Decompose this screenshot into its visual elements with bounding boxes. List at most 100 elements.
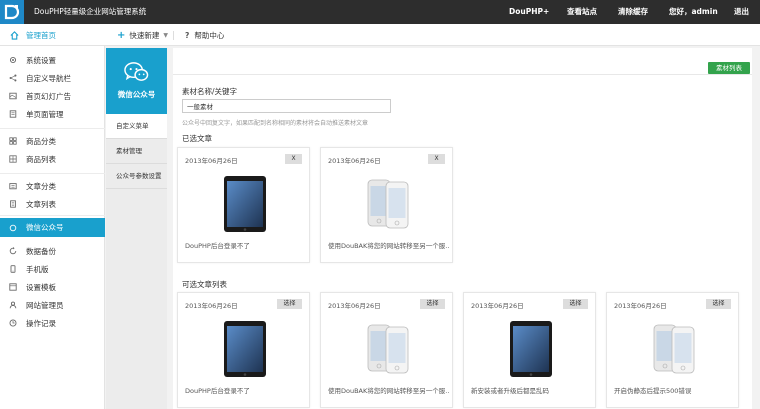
view-site-link[interactable]: 查看站点 xyxy=(567,0,597,24)
sidebar-item-label: 商品列表 xyxy=(26,154,56,164)
page-icon xyxy=(9,110,17,118)
user-icon xyxy=(9,301,17,309)
list-icon xyxy=(9,155,17,163)
wechat-menu-params[interactable]: 公众号参数设置 xyxy=(106,164,167,189)
sidebar-item-operation-log[interactable]: 操作记录 xyxy=(0,315,105,331)
available-article-card[interactable]: 2013年06月26日 选择 开启伪静态后提示500错误 xyxy=(606,292,739,408)
available-article-card[interactable]: 2013年06月26日 选择 新安装或者升级后都是乱码 xyxy=(463,292,596,408)
article-thumbnail xyxy=(607,319,740,379)
selected-articles-title: 已选文章 xyxy=(182,134,212,143)
article-caption: 使用DouBAK将您的网站转移至另一个服... xyxy=(328,387,450,395)
sidebar-item-home-slides[interactable]: 首页幻灯广告 xyxy=(0,88,105,104)
sidebar-item-article-category[interactable]: 文章分类 xyxy=(0,178,105,194)
logout-link[interactable]: 退出 xyxy=(734,0,749,24)
wechat-bubbles-icon xyxy=(124,62,149,81)
material-name-hint: 公众号中回复文字，如果匹配到名称相同的素材将会自动推送素材文章 xyxy=(182,120,369,127)
article-caption: 使用DouBAK将您的网站转移至另一个服... xyxy=(328,242,450,250)
question-icon: ? xyxy=(185,30,190,40)
sidebar-item-label: 自定义导航栏 xyxy=(26,73,71,83)
user-greeting[interactable]: 您好，admin xyxy=(669,0,718,24)
article-date: 2013年06月26日 xyxy=(614,302,667,310)
sidebar-item-template-settings[interactable]: 设置模板 xyxy=(0,279,105,295)
clock-icon xyxy=(9,319,17,327)
home-icon xyxy=(10,30,19,40)
sidebar-item-product-list[interactable]: 商品列表 xyxy=(0,151,105,167)
sidebar-item-article-list[interactable]: 文章列表 xyxy=(0,196,105,212)
sub-bar: 管理首页 + 快速新建 ▼ ? 帮助中心 xyxy=(0,24,760,46)
sidebar-item-product-category[interactable]: 商品分类 xyxy=(0,133,105,149)
article-caption: DouPHP后台登录不了 xyxy=(185,242,250,250)
ipad-image xyxy=(509,321,552,377)
iphone-image xyxy=(653,324,694,374)
douphp-plus-link[interactable]: DouPHP+ xyxy=(509,0,549,24)
app-logo[interactable] xyxy=(0,0,24,24)
material-list-button[interactable]: 素材列表 xyxy=(708,62,750,74)
wechat-menu-material[interactable]: 素材管理 xyxy=(106,139,167,164)
sidebar-item-label: 手机版 xyxy=(26,264,49,274)
available-article-card[interactable]: 2013年06月26日 选择 使用DouBAK将您的网站转移至另一个服... xyxy=(320,292,453,408)
folder-icon xyxy=(9,183,17,190)
article-icon xyxy=(10,200,16,208)
backup-icon xyxy=(9,247,17,255)
sidebar-item-label: 文章列表 xyxy=(26,199,56,209)
article-thumbnail xyxy=(178,319,311,379)
article-date: 2013年06月26日 xyxy=(185,157,238,165)
sidebar-item-label: 设置模板 xyxy=(26,282,56,292)
sidebar-item-wechat[interactable]: 微信公众号 xyxy=(0,218,105,237)
sidebar-item-mobile[interactable]: 手机版 xyxy=(0,261,105,277)
sidebar-item-site-admins[interactable]: 网站管理员 xyxy=(0,297,105,313)
main-content: 素材列表 素材名称/关键字 公众号中回复文字，如果匹配到名称相同的素材将会自动推… xyxy=(168,48,760,409)
article-thumbnail xyxy=(464,319,597,379)
selected-article-card[interactable]: 2013年06月26日 X 使用DouBAK将您的网站转移至另一个服... xyxy=(320,147,453,263)
sidebar-item-label: 商品分类 xyxy=(26,136,56,146)
help-center-label: 帮助中心 xyxy=(194,30,225,40)
article-caption: 新安装或者升级后都是乱码 xyxy=(471,387,549,395)
sidebar-item-label: 首页幻灯广告 xyxy=(26,91,71,101)
admin-home-label: 管理首页 xyxy=(26,30,56,40)
wechat-menu-custom-menu[interactable]: 自定义菜单 xyxy=(106,114,167,139)
sidebar-divider xyxy=(0,215,105,216)
admin-home-link[interactable]: 管理首页 xyxy=(0,24,105,46)
quick-new-button[interactable]: + 快速新建 ▼ xyxy=(117,24,168,46)
sidebar-item-single-page[interactable]: 单页面管理 xyxy=(0,106,105,122)
select-article-button[interactable]: 选择 xyxy=(563,299,588,309)
top-bar: DouPHP轻量级企业网站管理系统 DouPHP+ 查看站点 清除缓存 您好，a… xyxy=(0,0,760,24)
iphone-image xyxy=(367,179,408,229)
ipad-image xyxy=(223,321,266,377)
wechat-subpanel: 微信公众号 自定义菜单 素材管理 公众号参数设置 xyxy=(106,48,167,409)
select-article-button[interactable]: 选择 xyxy=(277,299,302,309)
sidebar-item-label: 系统设置 xyxy=(26,55,56,65)
toolbar-divider xyxy=(173,31,174,40)
wechat-icon xyxy=(9,224,17,231)
grid-icon xyxy=(9,137,17,145)
wechat-panel-title: 微信公众号 xyxy=(117,90,156,99)
remove-article-button[interactable]: X xyxy=(428,154,445,164)
available-article-card[interactable]: 2013年06月26日 选择 DouPHP后台登录不了 xyxy=(177,292,310,408)
sidebar-divider xyxy=(0,173,105,174)
select-article-button[interactable]: 选择 xyxy=(420,299,445,309)
sidebar-item-label: 文章分类 xyxy=(26,181,56,191)
sidebar-item-custom-nav[interactable]: 自定义导航栏 xyxy=(0,70,105,86)
header-divider xyxy=(173,74,752,75)
help-center-link[interactable]: ? 帮助中心 xyxy=(185,24,224,46)
article-thumbnail xyxy=(178,174,311,234)
sidebar-item-data-backup[interactable]: 数据备份 xyxy=(0,243,105,259)
material-name-input[interactable] xyxy=(182,99,391,113)
select-article-button[interactable]: 选择 xyxy=(706,299,731,309)
article-caption: DouPHP后台登录不了 xyxy=(185,387,250,395)
article-date: 2013年06月26日 xyxy=(328,157,381,165)
sidebar-divider xyxy=(0,128,105,129)
clear-cache-link[interactable]: 清除缓存 xyxy=(618,0,648,24)
iphone-image xyxy=(367,324,408,374)
share-icon xyxy=(9,74,17,82)
quick-new-label: 快速新建 xyxy=(129,30,160,40)
article-thumbnail xyxy=(321,319,454,379)
sidebar-item-label: 微信公众号 xyxy=(26,223,64,232)
douphp-logo-icon xyxy=(4,4,20,20)
plus-icon: + xyxy=(117,29,126,41)
sidebar-item-system-settings[interactable]: 系统设置 xyxy=(0,52,105,68)
chevron-down-icon: ▼ xyxy=(163,31,169,39)
selected-article-card[interactable]: 2013年06月26日 X DouPHP后台登录不了 xyxy=(177,147,310,263)
remove-article-button[interactable]: X xyxy=(285,154,302,164)
sidebar-item-label: 数据备份 xyxy=(26,246,56,256)
